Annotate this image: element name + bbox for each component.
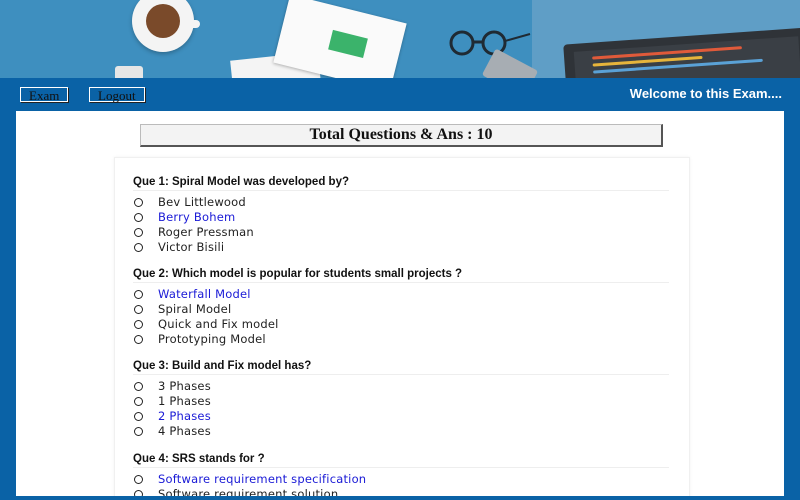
header-banner xyxy=(0,0,800,78)
total-questions-heading: Total Questions & Ans : 10 xyxy=(140,124,663,147)
question-title: Que 3: Build and Fix model has? xyxy=(133,358,669,375)
radio-button[interactable] xyxy=(134,412,143,421)
radio-button[interactable] xyxy=(134,198,143,207)
coffee-image xyxy=(146,4,180,38)
radio-button[interactable] xyxy=(134,290,143,299)
answer-option[interactable]: Prototyping Model xyxy=(133,332,669,347)
laptop-screen xyxy=(573,36,800,78)
option-label: 3 Phases xyxy=(158,379,211,393)
question-block: Que 4: SRS stands for ? Software require… xyxy=(133,451,669,500)
question-block: Que 3: Build and Fix model has? 3 Phases… xyxy=(133,358,669,439)
option-label: Quick and Fix model xyxy=(158,317,279,331)
cup-handle-image xyxy=(184,20,200,28)
document-image xyxy=(273,0,407,78)
option-label: Spiral Model xyxy=(158,302,232,316)
radio-button[interactable] xyxy=(134,305,143,314)
radio-button[interactable] xyxy=(134,243,143,252)
answer-option[interactable]: 3 Phases xyxy=(133,379,669,394)
radio-button[interactable] xyxy=(134,397,143,406)
radio-button[interactable] xyxy=(134,475,143,484)
question-title: Que 2: Which model is popular for studen… xyxy=(133,266,669,283)
question-block: Que 1: Spiral Model was developed by? Be… xyxy=(133,174,669,255)
question-title: Que 1: Spiral Model was developed by? xyxy=(133,174,669,191)
radio-button[interactable] xyxy=(134,427,143,436)
answer-option[interactable]: 4 Phases xyxy=(133,424,669,439)
exam-button[interactable]: Exam xyxy=(20,87,69,103)
option-label: 1 Phases xyxy=(158,394,211,408)
option-label: 4 Phases xyxy=(158,424,211,438)
answer-option[interactable]: Berry Bohem xyxy=(133,210,669,225)
bottom-border xyxy=(0,496,800,500)
answer-option[interactable]: Roger Pressman xyxy=(133,225,669,240)
radio-button[interactable] xyxy=(134,335,143,344)
answer-option[interactable]: 2 Phases xyxy=(133,409,669,424)
option-label: Berry Bohem xyxy=(158,210,236,224)
answer-option[interactable]: Quick and Fix model xyxy=(133,317,669,332)
answer-option[interactable]: Software requirement specification xyxy=(133,472,669,487)
document-note-image xyxy=(328,29,368,59)
question-block: Que 2: Which model is popular for studen… xyxy=(133,266,669,347)
option-label: Bev Littlewood xyxy=(158,195,246,209)
radio-button[interactable] xyxy=(134,228,143,237)
option-label: Victor Bisili xyxy=(158,240,225,254)
radio-button[interactable] xyxy=(134,320,143,329)
radio-button[interactable] xyxy=(134,213,143,222)
answer-option[interactable]: Waterfall Model xyxy=(133,287,669,302)
answer-option[interactable]: Bev Littlewood xyxy=(133,195,669,210)
phone-image xyxy=(115,66,143,78)
questions-card: Que 1: Spiral Model was developed by? Be… xyxy=(114,157,690,500)
answer-option[interactable]: Victor Bisili xyxy=(133,240,669,255)
question-title: Que 4: SRS stands for ? xyxy=(133,451,669,468)
answer-option[interactable]: Spiral Model xyxy=(133,302,669,317)
option-label: 2 Phases xyxy=(158,409,211,423)
welcome-text: Welcome to this Exam.... xyxy=(629,86,782,101)
coffee-cup-image xyxy=(132,0,200,52)
nav-bar: Exam Logout Welcome to this Exam.... xyxy=(0,78,800,110)
answer-option[interactable]: 1 Phases xyxy=(133,394,669,409)
option-label: Roger Pressman xyxy=(158,225,254,239)
option-label: Prototyping Model xyxy=(158,332,266,346)
radio-button[interactable] xyxy=(134,382,143,391)
option-label: Waterfall Model xyxy=(158,287,251,301)
option-label: Software requirement specification xyxy=(158,472,367,486)
glasses-icon xyxy=(449,30,531,56)
logout-button[interactable]: Logout xyxy=(89,87,145,103)
exam-panel: Total Questions & Ans : 10 Que 1: Spiral… xyxy=(16,111,784,500)
